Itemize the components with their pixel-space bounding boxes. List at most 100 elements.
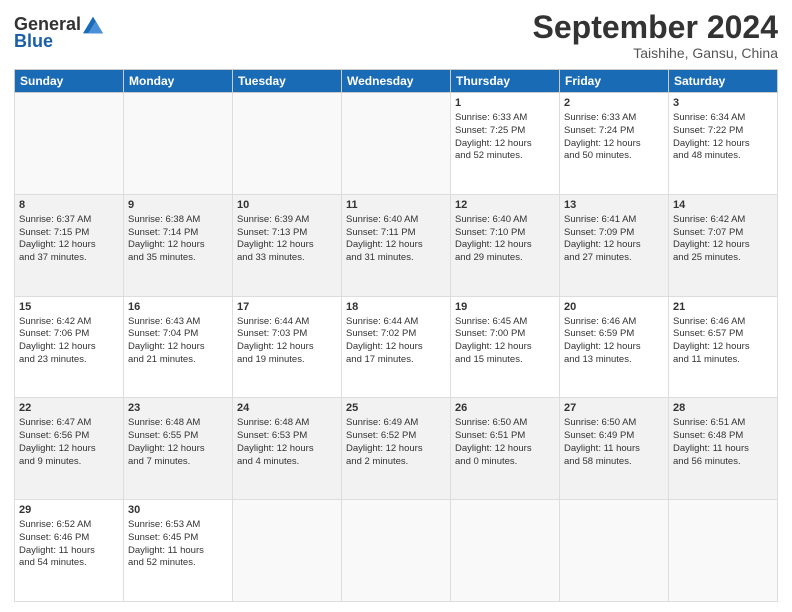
day-info-line: Sunrise: 6:33 AM bbox=[455, 112, 555, 125]
calendar-day-cell: 10Sunrise: 6:39 AMSunset: 7:13 PMDayligh… bbox=[233, 194, 342, 296]
day-info-line: Sunrise: 6:40 AM bbox=[455, 214, 555, 227]
day-info-line: Sunrise: 6:38 AM bbox=[128, 214, 228, 227]
day-info-line: and 2 minutes. bbox=[346, 456, 446, 469]
day-info-line: Daylight: 12 hours bbox=[346, 341, 446, 354]
day-number: 8 bbox=[19, 198, 119, 213]
day-number: 16 bbox=[128, 300, 228, 315]
day-info-line: and 25 minutes. bbox=[673, 252, 773, 265]
calendar-day-cell bbox=[560, 500, 669, 602]
day-info-line: Sunrise: 6:39 AM bbox=[237, 214, 337, 227]
day-info-line: and 11 minutes. bbox=[673, 354, 773, 367]
day-info-line: Sunrise: 6:45 AM bbox=[455, 316, 555, 329]
day-info-line: Sunset: 7:07 PM bbox=[673, 227, 773, 240]
day-number: 13 bbox=[564, 198, 664, 213]
day-info-line: and 13 minutes. bbox=[564, 354, 664, 367]
title-block: September 2024 Taishihe, Gansu, China bbox=[533, 10, 778, 61]
calendar-day-cell: 12Sunrise: 6:40 AMSunset: 7:10 PMDayligh… bbox=[451, 194, 560, 296]
day-info-line: Sunrise: 6:42 AM bbox=[19, 316, 119, 329]
calendar-day-cell: 25Sunrise: 6:49 AMSunset: 6:52 PMDayligh… bbox=[342, 398, 451, 500]
day-info-line: and 15 minutes. bbox=[455, 354, 555, 367]
day-info-line: Daylight: 12 hours bbox=[128, 341, 228, 354]
logo: General Blue bbox=[14, 10, 103, 52]
calendar-day-cell: 30Sunrise: 6:53 AMSunset: 6:45 PMDayligh… bbox=[124, 500, 233, 602]
calendar-day-cell: 11Sunrise: 6:40 AMSunset: 7:11 PMDayligh… bbox=[342, 194, 451, 296]
weekday-header: Tuesday bbox=[233, 70, 342, 93]
logo-blue-text: Blue bbox=[14, 31, 53, 52]
calendar-day-cell bbox=[342, 500, 451, 602]
day-info-line: Sunset: 6:48 PM bbox=[673, 430, 773, 443]
calendar-day-cell: 23Sunrise: 6:48 AMSunset: 6:55 PMDayligh… bbox=[124, 398, 233, 500]
day-info-line: and 0 minutes. bbox=[455, 456, 555, 469]
day-info-line: Daylight: 11 hours bbox=[564, 443, 664, 456]
day-number: 14 bbox=[673, 198, 773, 213]
calendar-day-cell bbox=[233, 93, 342, 195]
day-number: 1 bbox=[455, 96, 555, 111]
day-info-line: Sunrise: 6:51 AM bbox=[673, 417, 773, 430]
calendar-day-cell bbox=[669, 500, 778, 602]
day-info-line: Sunrise: 6:46 AM bbox=[673, 316, 773, 329]
weekday-header: Saturday bbox=[669, 70, 778, 93]
day-number: 3 bbox=[673, 96, 773, 111]
day-info-line: and 21 minutes. bbox=[128, 354, 228, 367]
day-number: 24 bbox=[237, 401, 337, 416]
calendar-day-cell: 20Sunrise: 6:46 AMSunset: 6:59 PMDayligh… bbox=[560, 296, 669, 398]
calendar-day-cell: 24Sunrise: 6:48 AMSunset: 6:53 PMDayligh… bbox=[233, 398, 342, 500]
calendar-day-cell: 14Sunrise: 6:42 AMSunset: 7:07 PMDayligh… bbox=[669, 194, 778, 296]
day-info-line: Sunset: 7:24 PM bbox=[564, 125, 664, 138]
calendar-day-cell: 22Sunrise: 6:47 AMSunset: 6:56 PMDayligh… bbox=[15, 398, 124, 500]
day-info-line: Sunset: 7:03 PM bbox=[237, 328, 337, 341]
day-number: 2 bbox=[564, 96, 664, 111]
day-info-line: and 56 minutes. bbox=[673, 456, 773, 469]
day-info-line: Daylight: 12 hours bbox=[455, 239, 555, 252]
calendar-day-cell: 21Sunrise: 6:46 AMSunset: 6:57 PMDayligh… bbox=[669, 296, 778, 398]
day-info-line: Sunset: 6:55 PM bbox=[128, 430, 228, 443]
calendar-week-row: 15Sunrise: 6:42 AMSunset: 7:06 PMDayligh… bbox=[15, 296, 778, 398]
calendar-day-cell: 13Sunrise: 6:41 AMSunset: 7:09 PMDayligh… bbox=[560, 194, 669, 296]
day-info-line: Daylight: 12 hours bbox=[673, 341, 773, 354]
calendar-day-cell: 27Sunrise: 6:50 AMSunset: 6:49 PMDayligh… bbox=[560, 398, 669, 500]
day-info-line: and 52 minutes. bbox=[455, 150, 555, 163]
day-info-line: Daylight: 11 hours bbox=[19, 545, 119, 558]
day-number: 10 bbox=[237, 198, 337, 213]
logo-icon bbox=[83, 15, 103, 35]
calendar-week-row: 29Sunrise: 6:52 AMSunset: 6:46 PMDayligh… bbox=[15, 500, 778, 602]
day-number: 12 bbox=[455, 198, 555, 213]
day-info-line: Sunrise: 6:42 AM bbox=[673, 214, 773, 227]
calendar-day-cell: 16Sunrise: 6:43 AMSunset: 7:04 PMDayligh… bbox=[124, 296, 233, 398]
day-info-line: Sunset: 6:49 PM bbox=[564, 430, 664, 443]
day-number: 26 bbox=[455, 401, 555, 416]
day-number: 30 bbox=[128, 503, 228, 518]
day-info-line: Daylight: 12 hours bbox=[455, 138, 555, 151]
calendar-day-cell bbox=[15, 93, 124, 195]
day-info-line: Sunset: 6:57 PM bbox=[673, 328, 773, 341]
day-info-line: and 23 minutes. bbox=[19, 354, 119, 367]
day-info-line: Daylight: 12 hours bbox=[346, 239, 446, 252]
day-info-line: Sunset: 7:25 PM bbox=[455, 125, 555, 138]
day-info-line: Sunset: 6:51 PM bbox=[455, 430, 555, 443]
day-info-line: Sunrise: 6:44 AM bbox=[346, 316, 446, 329]
calendar-body: 1Sunrise: 6:33 AMSunset: 7:25 PMDaylight… bbox=[15, 93, 778, 602]
calendar-day-cell: 19Sunrise: 6:45 AMSunset: 7:00 PMDayligh… bbox=[451, 296, 560, 398]
day-info-line: Daylight: 12 hours bbox=[673, 138, 773, 151]
day-info-line: Sunrise: 6:41 AM bbox=[564, 214, 664, 227]
calendar-day-cell: 2Sunrise: 6:33 AMSunset: 7:24 PMDaylight… bbox=[560, 93, 669, 195]
day-info-line: and 48 minutes. bbox=[673, 150, 773, 163]
day-info-line: and 37 minutes. bbox=[19, 252, 119, 265]
weekday-header: Wednesday bbox=[342, 70, 451, 93]
day-info-line: Sunset: 6:53 PM bbox=[237, 430, 337, 443]
day-info-line: and 9 minutes. bbox=[19, 456, 119, 469]
day-info-line: Daylight: 12 hours bbox=[455, 443, 555, 456]
day-info-line: Sunset: 7:02 PM bbox=[346, 328, 446, 341]
day-info-line: Sunset: 7:11 PM bbox=[346, 227, 446, 240]
day-info-line: Sunset: 7:22 PM bbox=[673, 125, 773, 138]
calendar-week-row: 22Sunrise: 6:47 AMSunset: 6:56 PMDayligh… bbox=[15, 398, 778, 500]
day-info-line: and 35 minutes. bbox=[128, 252, 228, 265]
day-number: 25 bbox=[346, 401, 446, 416]
day-info-line: Sunset: 7:00 PM bbox=[455, 328, 555, 341]
day-info-line: Sunset: 7:14 PM bbox=[128, 227, 228, 240]
calendar-day-cell bbox=[451, 500, 560, 602]
month-title: September 2024 bbox=[533, 10, 778, 45]
day-info-line: Daylight: 12 hours bbox=[128, 443, 228, 456]
day-info-line: Sunset: 7:10 PM bbox=[455, 227, 555, 240]
calendar-day-cell bbox=[124, 93, 233, 195]
